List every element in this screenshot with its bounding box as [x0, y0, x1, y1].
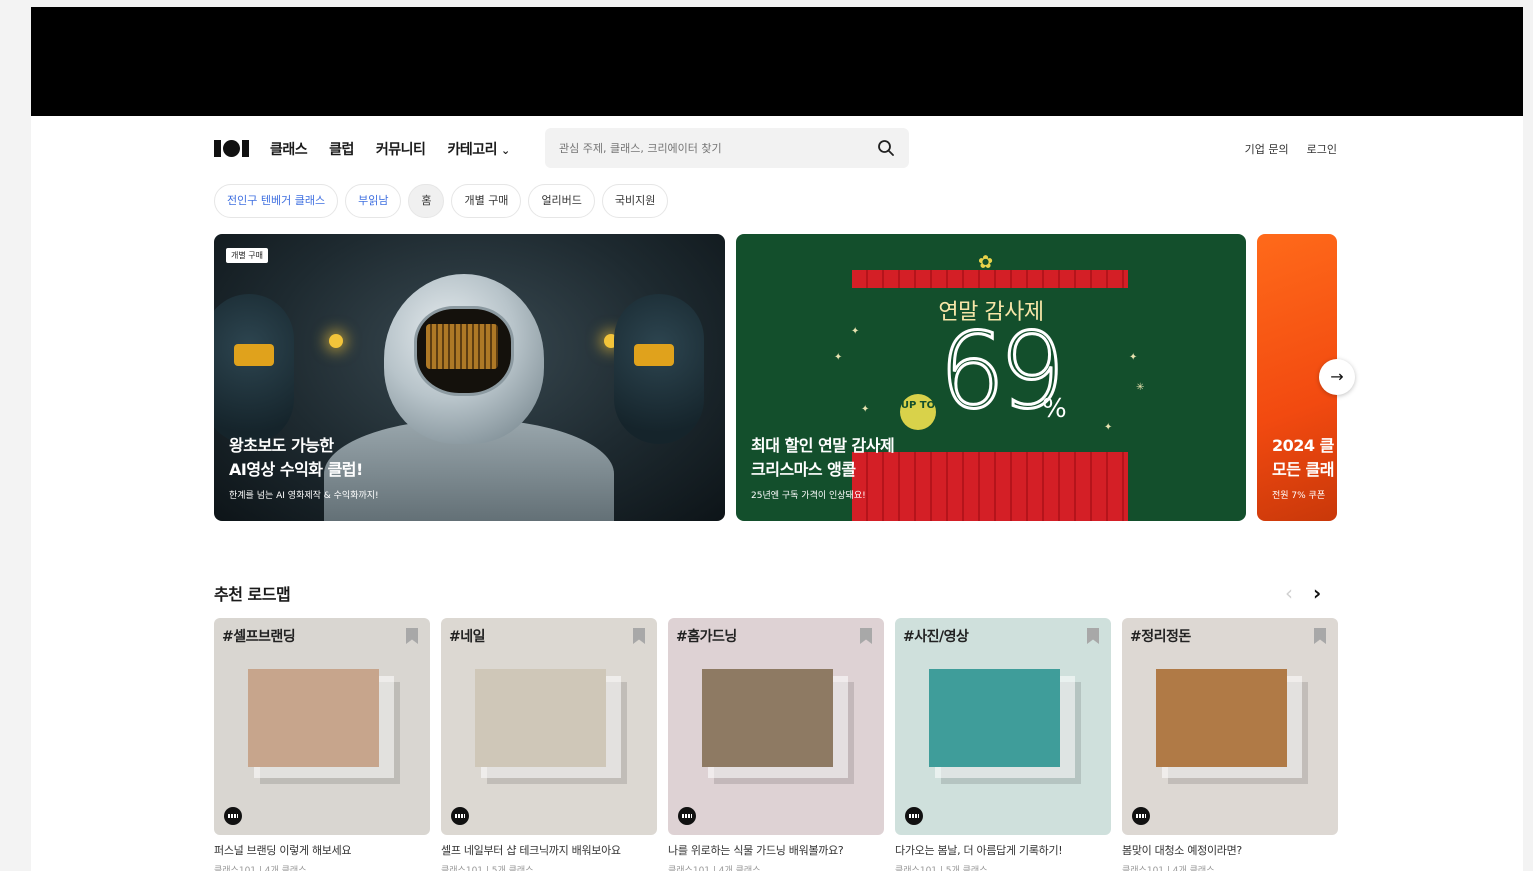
- bookmark-icon[interactable]: [1087, 628, 1099, 644]
- browser-frame: 클래스 클럽 커뮤니티 카테고리⌄ 기업 문의 로그인 전인구 텐베거 클래스 …: [31, 7, 1523, 871]
- bow-icon: ✿: [978, 252, 994, 273]
- roadmap-card[interactable]: #홈가드닝 나를 위로하는 식물 가드닝 배워볼까요? 클래스101 | 4개 …: [668, 618, 884, 871]
- sparkle-icon: ✦: [1104, 422, 1113, 433]
- card-photo: [1156, 669, 1287, 767]
- bookmark-icon[interactable]: [1314, 628, 1326, 644]
- banner-subtitle: 25년엔 구독 가격이 인상돼요!: [751, 491, 866, 501]
- chip-home[interactable]: 홈: [408, 184, 445, 218]
- nav-category[interactable]: 카테고리 ⌄: [447, 139, 510, 159]
- card-meta: 클래스101 | 4개 클래스: [1122, 866, 1215, 871]
- chevron-left-icon[interactable]: ‹: [1285, 581, 1293, 605]
- redacted-bar: [31, 7, 1523, 116]
- card-title: 봄맞이 대청소 예정이라면?: [1122, 844, 1242, 857]
- card-tag: #정리정돈: [1130, 629, 1191, 645]
- banner-title-line2: 크리스마스 앵콜: [751, 460, 856, 479]
- card-tag: #셀프브랜딩: [222, 629, 296, 645]
- roadmap-card[interactable]: #네일 셀프 네일부터 샵 테크닉까지 배워보아요 클래스101 | 5개 클래…: [441, 618, 657, 871]
- card-meta: 클래스101 | 5개 클래스: [895, 866, 988, 871]
- bookmark-icon[interactable]: [860, 628, 872, 644]
- banner-subtitle: 한계를 넘는 AI 영화제작 & 수익화까지!: [229, 491, 379, 501]
- card-photo: [475, 669, 606, 767]
- banner-year-end-sale[interactable]: ✿ ✦ ✦ ✦ ✳ ✦ ✦ 연말 감사제 69 % UP TO 최대 할인 연말…: [736, 234, 1246, 521]
- quick-chips: 전인구 텐베거 클래스 부읽남 홈 개별 구매 얼리버드 국비지원: [214, 184, 669, 218]
- nav-class[interactable]: 클래스: [270, 139, 308, 159]
- banner-title-line2: AI영상 수익화 클럽!: [229, 460, 363, 479]
- card-tag: #네일: [449, 629, 486, 645]
- card-thumbnail: #홈가드닝: [668, 618, 884, 835]
- login-link[interactable]: 로그인: [1307, 141, 1337, 157]
- chip-early-bird[interactable]: 얼리버드: [528, 184, 595, 218]
- chip-tenbagger[interactable]: 전인구 텐베거 클래스: [214, 184, 339, 218]
- main-nav: 클래스 클럽 커뮤니티 카테고리 ⌄: [270, 139, 510, 159]
- purchase-badge: 개별 구매: [226, 248, 268, 263]
- roadmap-cards: #셀프브랜딩 퍼스널 브랜딩 이렇게 해보세요 클래스101 | 4개 클래스 …: [214, 618, 1338, 871]
- banner-next-button[interactable]: →: [1319, 359, 1355, 395]
- sparkle-icon: ✦: [851, 326, 860, 337]
- visor-display: [426, 324, 498, 369]
- brand-logo[interactable]: [214, 140, 249, 157]
- card-photo: [929, 669, 1060, 767]
- roadmap-carousel-controls: ‹ ›: [1285, 581, 1321, 605]
- roadmap-card[interactable]: #정리정돈 봄맞이 대청소 예정이라면? 클래스101 | 4개 클래스: [1122, 618, 1338, 871]
- sparkle-icon: ✦: [861, 404, 870, 415]
- card-meta: 클래스101 | 4개 클래스: [668, 866, 761, 871]
- up-to-badge: UP TO: [900, 394, 936, 430]
- chevron-down-icon: ⌄: [500, 144, 510, 157]
- discount-percent: %: [1042, 394, 1067, 424]
- nav-club[interactable]: 클럽: [329, 139, 354, 159]
- bookmark-icon[interactable]: [633, 628, 645, 644]
- brand-mini-logo-icon: [678, 807, 696, 825]
- section-title: 추천 로드맵: [214, 585, 291, 604]
- business-inquiry-link[interactable]: 기업 문의: [1245, 141, 1289, 157]
- banner-title-line2: 모든 클래: [1272, 460, 1334, 479]
- search-input[interactable]: [559, 138, 859, 158]
- card-thumbnail: #사진/영상: [895, 618, 1111, 835]
- chip-buingnam[interactable]: 부읽남: [345, 184, 402, 218]
- sparkle-icon: ✦: [1129, 352, 1138, 363]
- card-meta: 클래스101 | 5개 클래스: [441, 866, 534, 871]
- brand-mini-logo-icon: [451, 807, 469, 825]
- site-header: 클래스 클럽 커뮤니티 카테고리⌄ 기업 문의 로그인: [214, 127, 1337, 169]
- brand-mini-logo-icon: [1132, 807, 1150, 825]
- card-photo: [702, 669, 833, 767]
- header-right-links: 기업 문의 로그인: [1245, 141, 1337, 157]
- card-title: 나를 위로하는 식물 가드닝 배워볼까요?: [668, 844, 844, 857]
- search-bar: [545, 128, 909, 168]
- banner-subtitle: 전원 7% 쿠폰: [1272, 491, 1326, 501]
- banner-ai-video[interactable]: 개별 구매 왕초보도 가능한 AI영상 수익화 클럽! 한계를 넘는 AI 영화…: [214, 234, 725, 521]
- sparkle-icon: ✦: [834, 352, 843, 363]
- ribbon-decoration: [852, 452, 1128, 521]
- roadmap-card[interactable]: #사진/영상 다가오는 봄날, 더 아름답게 기록하기! 클래스101 | 5개…: [895, 618, 1111, 871]
- search-icon[interactable]: [877, 139, 895, 157]
- card-meta: 클래스101 | 4개 클래스: [214, 866, 307, 871]
- arrow-right-icon: →: [1330, 367, 1344, 386]
- robot-figure-right: [614, 294, 704, 444]
- card-thumbnail: #네일: [441, 618, 657, 835]
- lamp-light: [329, 334, 343, 348]
- chip-individual-purchase[interactable]: 개별 구매: [451, 184, 522, 218]
- bookmark-icon[interactable]: [406, 628, 418, 644]
- card-thumbnail: #정리정돈: [1122, 618, 1338, 835]
- card-title: 퍼스널 브랜딩 이렇게 해보세요: [214, 844, 352, 857]
- brand-mini-logo-icon: [224, 807, 242, 825]
- card-tag: #홈가드닝: [676, 629, 737, 645]
- nav-category-label: 카테고리: [447, 142, 497, 158]
- chevron-right-icon[interactable]: ›: [1313, 581, 1321, 605]
- card-title: 다가오는 봄날, 더 아름답게 기록하기!: [895, 844, 1063, 857]
- banner-title-line1: 왕초보도 가능한: [229, 436, 334, 455]
- card-tag: #사진/영상: [903, 629, 969, 645]
- card-thumbnail: #셀프브랜딩: [214, 618, 430, 835]
- roadmap-card[interactable]: #셀프브랜딩 퍼스널 브랜딩 이렇게 해보세요 클래스101 | 4개 클래스: [214, 618, 430, 871]
- card-photo: [248, 669, 379, 767]
- nav-community[interactable]: 커뮤니티: [376, 139, 426, 159]
- banner-title-line1: 2024 클: [1272, 436, 1334, 455]
- banner-title-line1: 최대 할인 연말 감사제: [751, 436, 895, 455]
- card-title: 셀프 네일부터 샵 테크닉까지 배워보아요: [441, 844, 621, 857]
- brand-mini-logo-icon: [905, 807, 923, 825]
- chip-government-support[interactable]: 국비지원: [601, 184, 669, 218]
- sparkle-icon: ✳: [1136, 382, 1145, 393]
- robot-figure-left: [214, 294, 294, 444]
